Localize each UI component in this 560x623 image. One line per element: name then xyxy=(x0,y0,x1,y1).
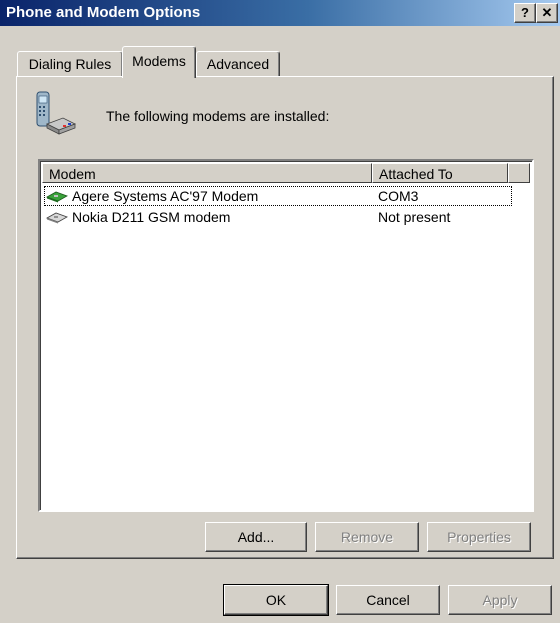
list-item[interactable]: Nokia D211 GSM modem Not present xyxy=(44,207,512,227)
column-header-attached-to[interactable]: Attached To xyxy=(372,163,508,183)
modem-name: Agere Systems AC'97 Modem xyxy=(72,188,259,204)
modem-name: Nokia D211 GSM modem xyxy=(72,209,231,225)
cancel-button[interactable]: Cancel xyxy=(336,585,440,615)
tab-modems[interactable]: Modems xyxy=(122,46,196,78)
attached-to: Not present xyxy=(378,209,451,225)
help-button[interactable]: ? xyxy=(514,3,536,23)
tab-advanced[interactable]: Advanced xyxy=(196,51,280,76)
close-button[interactable]: ✕ xyxy=(536,3,558,23)
modem-list[interactable]: Modem Attached To Agere Systems AC'97 Mo… xyxy=(38,159,534,512)
window-title: Phone and Modem Options xyxy=(6,4,201,21)
remove-button[interactable]: Remove xyxy=(315,522,419,552)
title-bar[interactable]: Phone and Modem Options ? ✕ xyxy=(0,0,560,26)
add-button[interactable]: Add... xyxy=(205,522,307,552)
properties-button[interactable]: Properties xyxy=(427,522,531,552)
modem-icon xyxy=(46,212,68,224)
phone-modem-options-window: Phone and Modem Options ? ✕ Dialing Rule… xyxy=(0,0,560,623)
apply-button[interactable]: Apply xyxy=(448,585,552,615)
attached-to: COM3 xyxy=(378,188,419,204)
tab-dialing-rules[interactable]: Dialing Rules xyxy=(17,51,123,76)
ok-button[interactable]: OK xyxy=(223,584,329,616)
phone-modem-icon xyxy=(36,91,76,135)
modem-icon xyxy=(46,191,68,203)
column-header-modem[interactable]: Modem xyxy=(42,163,372,183)
intro-text: The following modems are installed: xyxy=(106,108,330,124)
list-item[interactable]: Agere Systems AC'97 Modem COM3 xyxy=(44,186,512,206)
column-header-filler xyxy=(508,163,530,183)
